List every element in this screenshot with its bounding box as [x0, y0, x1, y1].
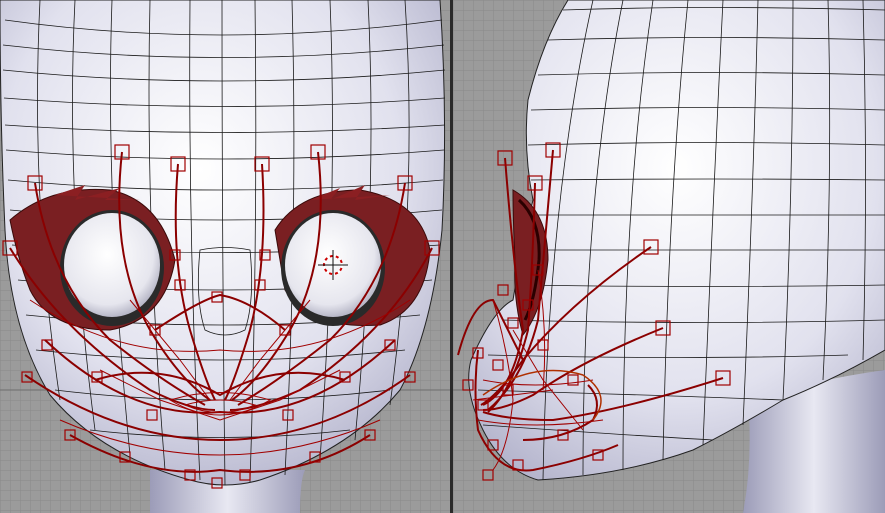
viewport-front[interactable]	[0, 0, 450, 513]
side-viewport-canvas[interactable]	[453, 0, 885, 513]
front-viewport-canvas[interactable]	[0, 0, 450, 513]
editor-split-view	[0, 0, 885, 513]
viewport-side[interactable]	[453, 0, 885, 513]
